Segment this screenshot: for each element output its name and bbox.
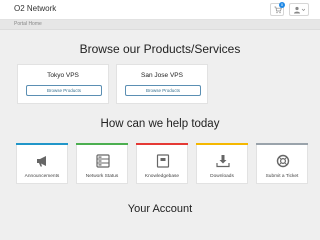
- product-card-san-jose-vps: San Jose VPS Browse Products: [116, 64, 208, 104]
- product-name: Tokyo VPS: [47, 72, 79, 79]
- lifebuoy-icon: [276, 154, 290, 168]
- account-section-title: Your Account: [127, 203, 193, 215]
- breadcrumb: Portal Home: [0, 20, 320, 30]
- products-section-title: Browse our Products/Services: [79, 42, 241, 56]
- accent-bar: [76, 143, 128, 145]
- account-menu-button[interactable]: [289, 3, 309, 16]
- product-card-tokyo-vps: Tokyo VPS Browse Products: [17, 64, 109, 104]
- help-card-announcements[interactable]: Announcements: [16, 143, 68, 184]
- accent-bar: [16, 143, 68, 145]
- help-card-network-status[interactable]: Network Status: [76, 143, 128, 184]
- browse-products-button[interactable]: Browse Products: [125, 85, 201, 96]
- breadcrumb-portal-home[interactable]: Portal Home: [14, 21, 42, 27]
- help-card-label: Submit a Ticket: [265, 174, 299, 179]
- product-name: San Jose VPS: [141, 72, 183, 79]
- megaphone-icon: [37, 156, 46, 167]
- top-header: O2 Network 0: [0, 0, 320, 20]
- chevron-down-icon: [301, 8, 305, 11]
- book-icon: [156, 154, 170, 168]
- help-card-label: Knowledgebase: [144, 174, 180, 179]
- cart-count-badge: 0: [279, 2, 285, 8]
- help-card-label: Announcements: [24, 174, 60, 179]
- accent-bar: [256, 143, 308, 145]
- accent-bar: [196, 143, 248, 145]
- help-card-label: Downloads: [210, 174, 234, 179]
- accent-bar: [136, 143, 188, 145]
- help-card-knowledgebase[interactable]: Knowledgebase: [136, 143, 188, 184]
- brand-name[interactable]: O2 Network: [14, 4, 56, 13]
- download-icon: [216, 155, 230, 168]
- browse-products-button[interactable]: Browse Products: [26, 85, 102, 96]
- help-card-downloads[interactable]: Downloads: [196, 143, 248, 184]
- help-section-title: How can we help today: [100, 118, 220, 130]
- help-card-submit-ticket[interactable]: Submit a Ticket: [256, 143, 308, 184]
- network-status-icon: [96, 154, 110, 168]
- help-card-label: Network Status: [85, 174, 119, 179]
- user-icon: [294, 6, 305, 14]
- cart-button[interactable]: 0: [270, 2, 285, 16]
